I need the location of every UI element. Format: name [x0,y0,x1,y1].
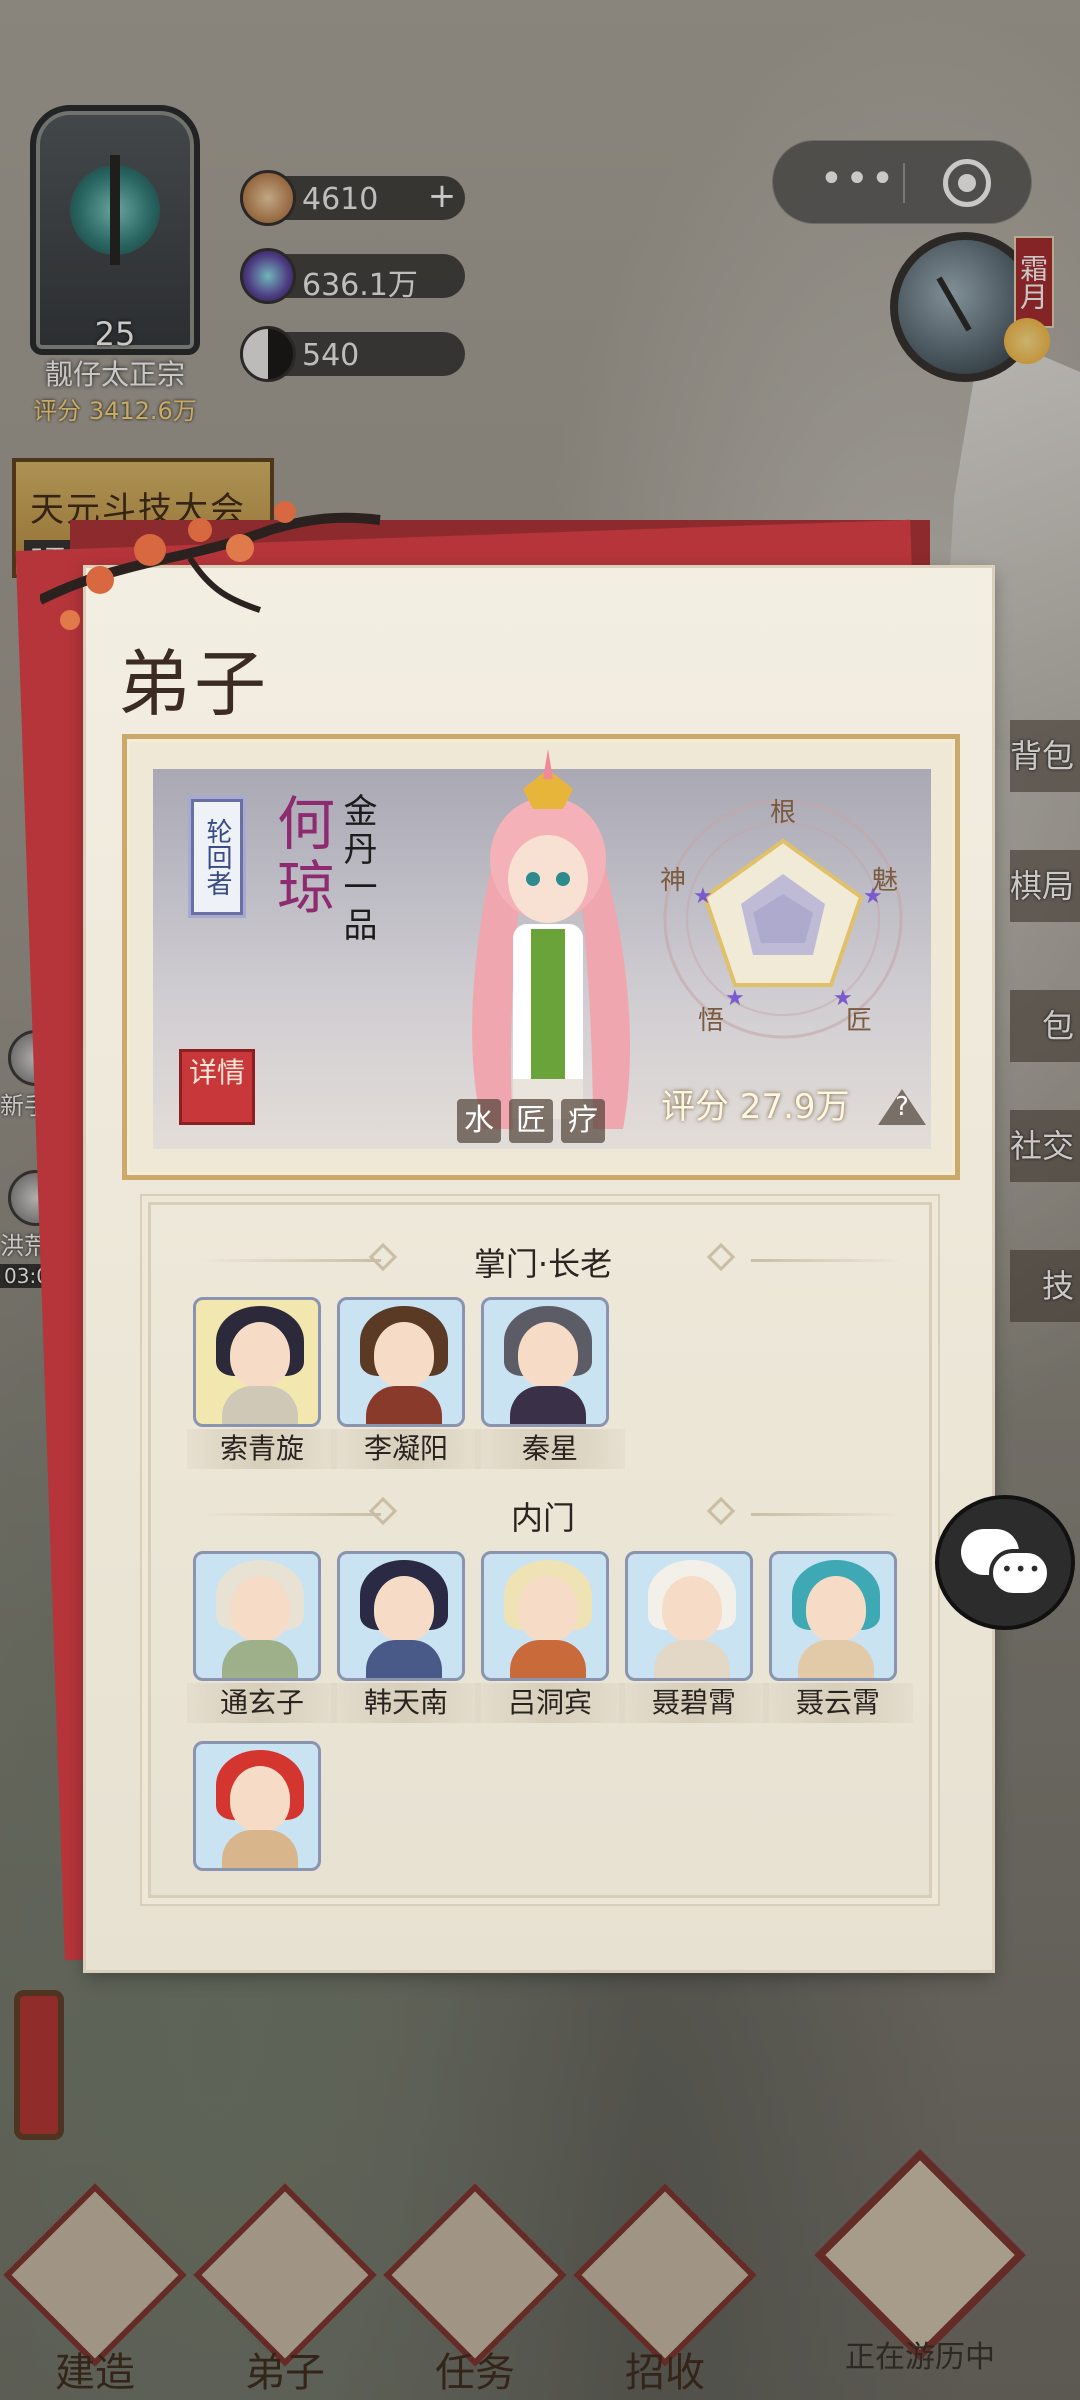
disciple-name: 何琼 [267,793,335,921]
element-tag: 水 [457,1099,501,1143]
featured-disciple-card[interactable]: 轮回者 何琼 金丹一品 详情 水 匠 疗 根 魅 匠 悟 神 ★ ★ ★ ★ 评… [122,734,960,1180]
disciple-portrait [472,749,631,1129]
featured-disciple-scene: 轮回者 何琼 金丹一品 详情 水 匠 疗 根 魅 匠 悟 神 ★ ★ ★ ★ 评… [153,749,931,1149]
disciple-avatar [337,1551,465,1681]
rank-tag: 轮回者 [191,799,243,915]
disciple-avatar [481,1551,609,1681]
disciple-name: 索青旋 [187,1429,337,1469]
disciple-score: 评分 27.9万 [661,1087,850,1127]
disciple-card[interactable]: 吕洞宾 [475,1551,625,1723]
disciple-avatar [769,1551,897,1681]
disciple-card[interactable]: 韩天南 [331,1551,481,1723]
help-icon[interactable]: ? [878,1089,926,1125]
attribute-radar-chart: 根 魅 匠 悟 神 ★ ★ ★ ★ [660,798,903,1039]
section-header-inner: 内门 [151,1493,935,1537]
divider-line [751,1259,901,1262]
radar-label-spirit: 神 [660,866,686,896]
disciple-avatar [193,1297,321,1427]
disciple-card[interactable]: 聂碧霄 [619,1551,769,1723]
element-tag: 匠 [509,1099,553,1143]
disciple-name: 秦星 [475,1429,625,1469]
svg-text:★: ★ [725,986,745,1011]
disciple-card[interactable]: 通玄子 [187,1551,337,1723]
panel-title: 弟子 [118,642,271,726]
chat-bubble-icon [989,1549,1051,1597]
disciple-name: 聂碧霄 [619,1683,769,1723]
divider-line [751,1513,901,1516]
disciple-avatar [193,1551,321,1681]
radar-label-root: 根 [770,798,796,828]
radar-label-insight: 悟 [698,1006,724,1036]
disciple-avatar [337,1297,465,1427]
disciple-avatar [193,1741,321,1871]
detail-button[interactable]: 详情 [179,1049,255,1125]
disciple-realm: 金丹一品 [337,793,377,945]
svg-text:★: ★ [833,986,853,1011]
disciple-name: 通玄子 [187,1683,337,1723]
disciple-avatar [625,1551,753,1681]
chat-button[interactable] [935,1495,1075,1630]
svg-text:★: ★ [693,884,713,909]
disciple-name: 聂云霄 [763,1683,913,1723]
disciple-avatar [481,1297,609,1427]
svg-text:★: ★ [863,884,883,909]
element-tag: 疗 [561,1099,605,1143]
disciple-card[interactable]: 索青旋 [187,1297,337,1469]
disciple-card[interactable]: 聂云霄 [763,1551,913,1723]
disciple-card[interactable]: 李凝阳 [331,1297,481,1469]
section-header-leaders: 掌门·长老 [151,1239,935,1283]
disciple-list: 掌门·长老 索青旋 李凝阳 秦星 内门 通玄子 韩天南 吕洞宾 聂碧霄 聂云霄 [148,1202,932,1898]
section-title: 掌门·长老 [473,1245,613,1283]
disciple-name: 吕洞宾 [475,1683,625,1723]
disciple-name: 韩天南 [331,1683,481,1723]
section-title: 内门 [510,1499,575,1537]
disciple-name: 李凝阳 [331,1429,481,1469]
disciple-card[interactable] [193,1741,325,1871]
disciple-card[interactable]: 秦星 [475,1297,625,1469]
